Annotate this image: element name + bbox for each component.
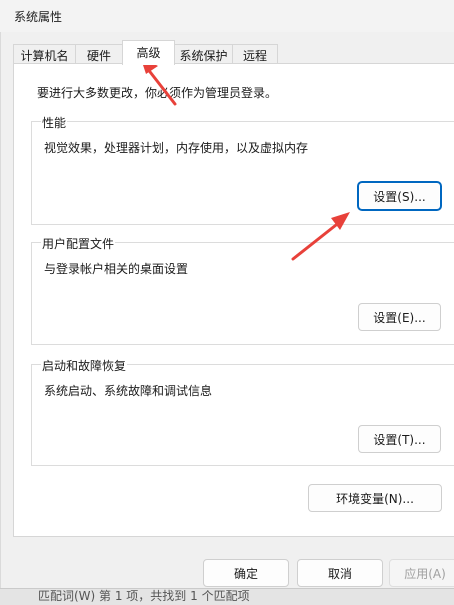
background-window-strip: 匹配词(W) 第 1 项，共找到 1 个匹配项 [0, 588, 454, 605]
window-title: 系统属性 [14, 10, 63, 24]
startup-recovery-description: 系统启动、系统故障和调试信息 [44, 384, 213, 398]
startup-recovery-label: 启动和故障恢复 [41, 357, 128, 374]
performance-label: 性能 [41, 114, 68, 131]
background-status-text: 匹配词(W) 第 1 项，共找到 1 个匹配项 [38, 589, 250, 603]
user-profiles-label: 用户配置文件 [41, 235, 116, 252]
tab-hardware[interactable]: 硬件 [75, 44, 123, 64]
admin-notice: 要进行大多数更改，你必须作为管理员登录。 [37, 86, 278, 100]
title-bar: 系统属性 [0, 0, 454, 32]
tab-label: 远程 [242, 49, 267, 63]
user-profiles-description: 与登录帐户相关的桌面设置 [44, 262, 189, 276]
ok-button[interactable]: 确定 [203, 559, 289, 587]
tab-remote[interactable]: 远程 [232, 44, 278, 64]
tab-label: 硬件 [86, 49, 111, 63]
performance-settings-button[interactable]: 设置(S)... [358, 182, 441, 210]
tab-label: 高级 [136, 46, 161, 60]
apply-button[interactable]: 应用(A) [389, 559, 454, 587]
environment-variables-button[interactable]: 环境变量(N)... [308, 484, 442, 512]
performance-description: 视觉效果，处理器计划，内存使用，以及虚拟内存 [44, 141, 309, 155]
cancel-button[interactable]: 取消 [297, 559, 383, 587]
tab-system-protection[interactable]: 系统保护 [174, 44, 233, 64]
tab-computer-name[interactable]: 计算机名 [13, 44, 76, 64]
startup-recovery-settings-button[interactable]: 设置(T)... [358, 425, 441, 453]
tab-label: 系统保护 [179, 49, 228, 63]
tab-advanced[interactable]: 高级 [122, 40, 175, 65]
tab-label: 计算机名 [20, 49, 69, 63]
user-profiles-settings-button[interactable]: 设置(E)... [358, 303, 441, 331]
